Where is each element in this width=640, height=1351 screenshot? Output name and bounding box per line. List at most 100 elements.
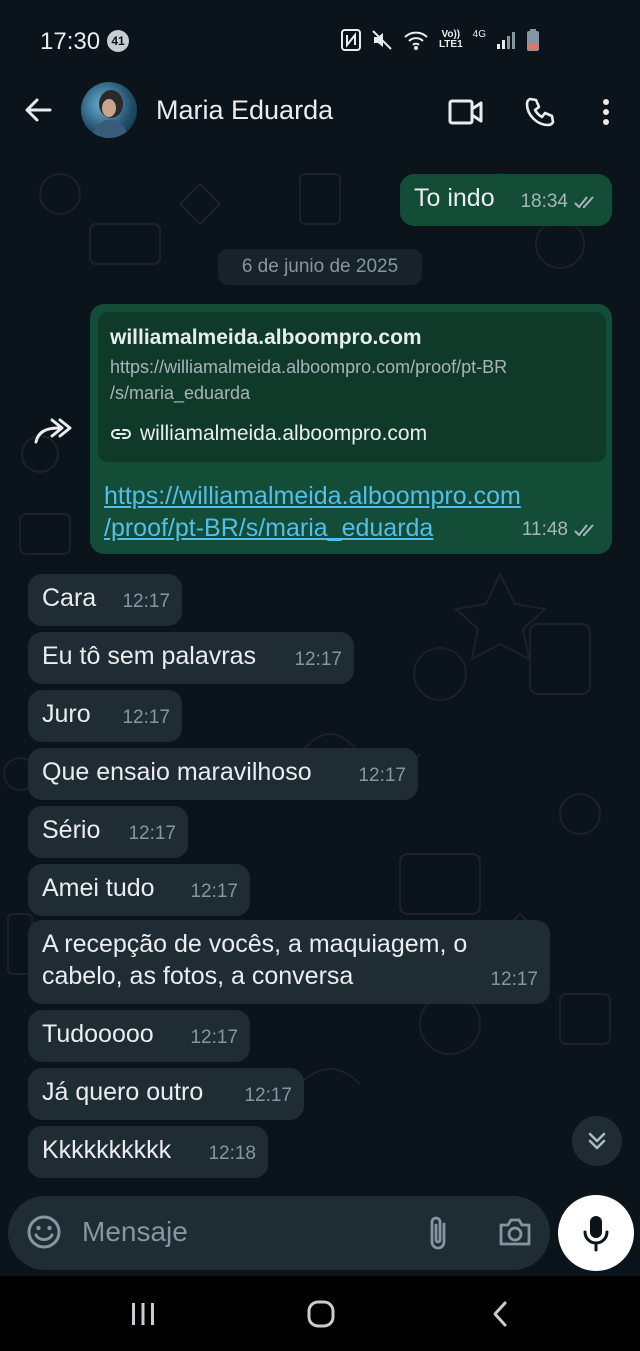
- message-time: 18:34: [520, 191, 568, 212]
- message-bubble-outgoing[interactable]: To indo 18:34: [400, 174, 612, 226]
- mute-icon: [372, 30, 392, 50]
- chevron-double-down-icon: [588, 1132, 606, 1150]
- message-meta: 12:17: [358, 760, 406, 792]
- wifi-icon: [404, 31, 428, 50]
- message-text: Sério: [42, 816, 101, 844]
- message-meta: 12:17: [294, 644, 342, 676]
- arrow-left-icon: [25, 98, 52, 122]
- message-meta: 11:48: [522, 514, 600, 546]
- message-input-bar: Mensaje: [8, 1196, 550, 1270]
- message-text: Cara: [42, 584, 97, 612]
- system-nav-bar: [0, 1276, 640, 1351]
- message-meta: 12:17: [128, 818, 176, 850]
- message-meta: 12:17: [122, 702, 170, 734]
- nfc-icon: [340, 29, 361, 51]
- message-bubble-incoming[interactable]: A recepção de vocês, a maquiagem, o cabe…: [28, 920, 550, 1004]
- more-options-button[interactable]: [586, 92, 626, 132]
- message-meta: 12:17: [490, 964, 538, 996]
- recent-apps-button[interactable]: [121, 1296, 165, 1332]
- mic-icon: [583, 1216, 609, 1252]
- network-type: 4G: [472, 28, 486, 40]
- forward-button[interactable]: [30, 412, 74, 452]
- recent-apps-icon: [132, 1303, 154, 1325]
- message-time: 11:48: [521, 519, 568, 540]
- status-icons: Vo)) LTE1 4G: [340, 28, 540, 52]
- message-bubble-incoming[interactable]: Sério 12:17: [28, 806, 188, 858]
- message-time: 12:18: [208, 1143, 256, 1164]
- message-text: Já quero outro: [42, 1078, 204, 1106]
- chevron-left-icon: [493, 1301, 507, 1327]
- message-input[interactable]: Mensaje: [82, 1216, 188, 1248]
- link-preview-domain: williamalmeida.alboompro.com: [110, 418, 594, 450]
- message-text: Amei tudo: [42, 874, 155, 902]
- video-call-button[interactable]: [446, 92, 486, 132]
- message-meta: 12:17: [190, 876, 238, 908]
- message-text-line: cabelo, as fotos, a conversa: [42, 962, 354, 990]
- message-meta: 12:17: [244, 1080, 292, 1112]
- chat-header: Maria Eduarda: [0, 78, 640, 154]
- attach-icon: [430, 1216, 446, 1250]
- double-check-icon: [574, 196, 594, 209]
- contact-name[interactable]: Maria Eduarda: [156, 95, 333, 126]
- date-separator: 6 de junio de 2025: [218, 249, 422, 285]
- message-bubble-incoming[interactable]: Já quero outro 12:17: [28, 1068, 304, 1120]
- message-bubble-incoming[interactable]: Eu tô sem palavras 12:17: [28, 632, 354, 684]
- attach-button[interactable]: [424, 1214, 454, 1257]
- message-meta: 12:17: [122, 586, 170, 618]
- battery-icon: [527, 29, 539, 51]
- avatar[interactable]: [81, 82, 137, 138]
- message-bubble-incoming[interactable]: Amei tudo 12:17: [28, 864, 250, 916]
- emoji-button[interactable]: [26, 1214, 62, 1255]
- message-time: 12:17: [122, 707, 170, 728]
- message-time: 12:17: [190, 1027, 238, 1048]
- notification-count-badge: 41: [107, 30, 129, 52]
- back-button[interactable]: [22, 94, 54, 126]
- voice-message-button[interactable]: [558, 1195, 634, 1271]
- message-text-line: A recepção de vocês, a maquiagem, o: [42, 930, 468, 958]
- chat-area[interactable]: To indo 18:34 6 de junio de 2025 william…: [0, 154, 640, 1184]
- message-meta: 12:18: [208, 1138, 256, 1170]
- camera-icon: [499, 1218, 531, 1246]
- message-time: 12:17: [490, 969, 538, 990]
- nav-back-button[interactable]: [478, 1296, 522, 1332]
- forward-icon: [34, 418, 72, 444]
- signal-icon: [497, 32, 515, 49]
- message-text: Tudooooo: [42, 1020, 154, 1048]
- link-icon: [111, 429, 131, 439]
- status-bar: 17:30 41 Vo)) LTE1 4G: [0, 0, 640, 78]
- more-vert-icon: [603, 99, 609, 125]
- message-time: 12:17: [190, 881, 238, 902]
- camera-button[interactable]: [498, 1216, 532, 1253]
- message-meta: 12:17: [190, 1022, 238, 1054]
- message-meta: 18:34: [520, 186, 600, 218]
- message-text: Eu tô sem palavras: [42, 642, 256, 670]
- message-bubble-incoming[interactable]: Cara 12:17: [28, 574, 182, 626]
- double-check-icon: [574, 524, 594, 537]
- message-bubble-incoming[interactable]: Juro 12:17: [28, 690, 182, 742]
- link-preview-card[interactable]: williamalmeida.alboompro.com https://wil…: [98, 312, 606, 462]
- status-time: 17:30: [40, 28, 101, 55]
- message-time: 12:17: [358, 765, 406, 786]
- message-bubble-incoming[interactable]: Tudooooo 12:17: [28, 1010, 250, 1062]
- message-bubble-outgoing-link[interactable]: williamalmeida.alboompro.com https://wil…: [90, 304, 612, 554]
- home-button[interactable]: [299, 1296, 343, 1332]
- message-text: Que ensaio maravilhoso: [42, 758, 312, 786]
- message-text: Juro: [42, 700, 91, 728]
- message-time: 12:17: [122, 591, 170, 612]
- message-text: Kkkkkkkkkk: [42, 1136, 172, 1164]
- home-icon: [307, 1300, 335, 1328]
- voice-call-button[interactable]: [520, 92, 560, 132]
- phone-icon: [525, 97, 555, 127]
- message-text: To indo: [414, 184, 495, 212]
- link-url[interactable]: https://williamalmeida.alboompro.com /pr…: [104, 480, 521, 544]
- message-bubble-incoming[interactable]: Kkkkkkkkkk 12:18: [28, 1126, 268, 1178]
- message-time: 12:17: [244, 1085, 292, 1106]
- message-time: 12:17: [294, 649, 342, 670]
- volte-indicator: Vo)) LTE1: [438, 29, 463, 50]
- link-preview-title: williamalmeida.alboompro.com: [110, 326, 422, 349]
- message-bubble-incoming[interactable]: Que ensaio maravilhoso 12:17: [28, 748, 418, 800]
- video-call-icon: [448, 99, 483, 125]
- scroll-to-bottom-button[interactable]: [572, 1116, 622, 1166]
- message-time: 12:17: [128, 823, 176, 844]
- link-preview-description: https://williamalmeida.alboompro.com/pro…: [110, 357, 508, 403]
